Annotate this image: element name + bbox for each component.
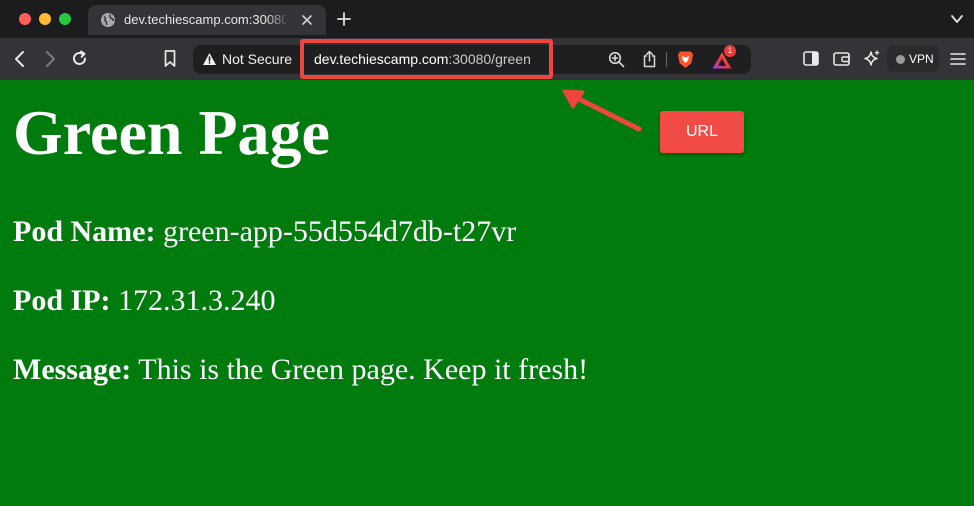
message-line: Message: This is the Green page. Keep it… [13, 352, 588, 388]
pod-ip-line: Pod IP: 172.31.3.240 [13, 283, 276, 319]
tab-strip: dev.techiescamp.com:30080/green [0, 0, 974, 38]
rewards-badge: 1 [724, 45, 736, 57]
tab-title-fade [266, 8, 290, 30]
window-maximize-button[interactable] [59, 13, 71, 25]
url-highlight-box [300, 39, 553, 79]
forward-icon[interactable] [42, 50, 58, 68]
reload-icon[interactable] [70, 49, 89, 68]
vpn-icon [896, 55, 905, 64]
window-minimize-button[interactable] [39, 13, 51, 25]
globe-icon [101, 13, 115, 27]
message-value: This is the Green page. Keep it fresh! [138, 353, 589, 386]
message-label: Message: [13, 353, 132, 386]
url-callout-label: URL [660, 111, 744, 153]
brave-shields-icon[interactable] [677, 50, 694, 69]
pod-name-value: green-app-55d554d7db-t27vr [162, 215, 517, 248]
page-title: Green Page [13, 97, 330, 168]
zoom-icon[interactable] [608, 51, 625, 68]
bookmark-icon[interactable] [163, 49, 177, 68]
close-icon[interactable] [300, 13, 314, 27]
window-close-button[interactable] [19, 13, 31, 25]
tab-title: dev.techiescamp.com:30080/green [124, 12, 286, 27]
back-icon[interactable] [12, 50, 28, 68]
share-icon[interactable] [642, 50, 657, 68]
sidebar-icon[interactable] [803, 51, 819, 66]
pod-ip-value: 172.31.3.240 [118, 284, 276, 317]
vpn-button[interactable]: VPN [887, 46, 939, 72]
menu-icon[interactable] [950, 52, 966, 66]
active-tab[interactable]: dev.techiescamp.com:30080/green [88, 5, 326, 35]
warning-icon [203, 53, 216, 65]
pod-name-label: Pod Name: [13, 215, 156, 248]
wallet-icon[interactable] [833, 51, 850, 66]
arrow-icon [562, 89, 642, 132]
plus-icon[interactable] [334, 9, 354, 29]
address-bar-divider [666, 52, 667, 67]
security-label[interactable]: Not Secure [222, 51, 292, 68]
vpn-label: VPN [909, 52, 934, 66]
pod-ip-label: Pod IP: [13, 284, 111, 317]
leo-ai-icon[interactable] [863, 50, 880, 68]
pod-name-line: Pod Name: green-app-55d554d7db-t27vr [13, 214, 516, 250]
chevron-down-icon[interactable] [950, 13, 964, 25]
